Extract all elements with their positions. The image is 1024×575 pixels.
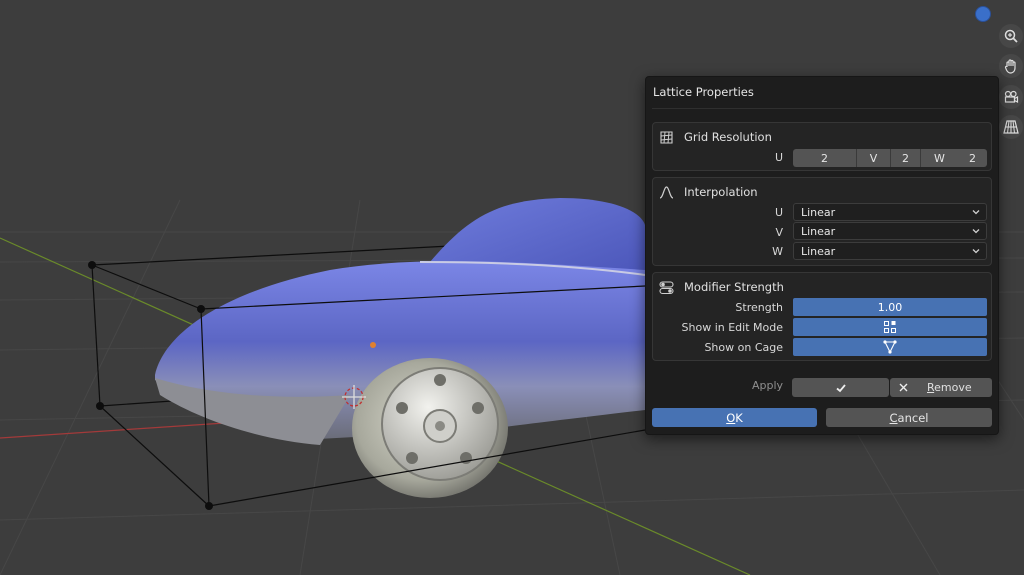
perspective-toggle-button[interactable] xyxy=(999,115,1023,139)
curve-icon xyxy=(659,185,674,199)
modifier-strength-panel: Modifier Strength Strength 1.00 Show in … xyxy=(652,272,992,361)
resolution-w-label-seg: W xyxy=(920,149,958,167)
orientation-gizmo-dot[interactable] xyxy=(975,6,991,22)
chevron-down-icon xyxy=(972,229,980,234)
checkmark-icon xyxy=(835,383,846,392)
resolution-u-value: 2 xyxy=(821,151,828,165)
lattice-icon xyxy=(660,130,673,144)
toggle-icon xyxy=(659,280,674,294)
hand-icon xyxy=(1004,59,1016,74)
resolution-v-field[interactable]: 2 xyxy=(890,149,920,167)
zoom-icon xyxy=(1004,29,1018,43)
interp-u-value: Linear xyxy=(801,205,836,219)
cancel-button[interactable]: Cancel xyxy=(826,408,992,427)
chevron-down-icon xyxy=(972,210,980,215)
interp-v-select[interactable]: Linear xyxy=(793,222,987,240)
show-edit-mode-toggle[interactable] xyxy=(793,318,987,336)
lattice-properties-dialog: Lattice Properties Grid Resolution U 2 V… xyxy=(645,76,999,435)
zoom-button[interactable] xyxy=(999,24,1023,48)
resolution-v-value: 2 xyxy=(902,151,909,165)
edit-mode-icon xyxy=(884,321,896,333)
resolution-v-label-seg: V xyxy=(856,149,890,167)
resolution-u-field[interactable]: 2 xyxy=(793,149,856,167)
title-divider xyxy=(652,108,992,109)
apply-remove-button[interactable]: Remove xyxy=(890,378,992,397)
interp-v-value: Linear xyxy=(801,224,836,238)
remove-label: Remove xyxy=(927,381,972,394)
interpolation-header: Interpolation xyxy=(684,185,758,199)
cancel-label: Cancel xyxy=(889,410,929,425)
show-on-cage-label: Show on Cage xyxy=(704,341,783,354)
resolution-field-group: 2 V 2 W 2 xyxy=(793,149,987,167)
ok-button[interactable]: OK xyxy=(652,408,817,427)
resolution-w-field[interactable]: 2 xyxy=(958,149,987,167)
cage-icon xyxy=(883,340,897,354)
modifier-strength-header: Modifier Strength xyxy=(684,280,784,294)
resolution-v-label: V xyxy=(869,151,878,165)
show-on-cage-toggle[interactable] xyxy=(793,338,987,356)
apply-confirm-button[interactable] xyxy=(792,378,889,397)
resolution-w-label: W xyxy=(934,151,945,165)
grid-resolution-header: Grid Resolution xyxy=(684,130,772,144)
show-edit-mode-label: Show in Edit Mode xyxy=(681,321,783,334)
strength-value: 1.00 xyxy=(877,300,903,314)
origin-point xyxy=(370,342,376,348)
interp-v-label: V xyxy=(775,226,783,239)
interp-u-select[interactable]: Linear xyxy=(793,203,987,221)
chevron-down-icon xyxy=(972,249,980,254)
interp-u-label: U xyxy=(774,206,783,219)
strength-slider[interactable]: 1.00 xyxy=(793,298,987,316)
interp-w-label: W xyxy=(772,245,783,258)
strength-label: Strength xyxy=(735,301,783,314)
interpolation-panel: Interpolation U Linear V Linear W Linear xyxy=(652,177,992,266)
dialog-title: Lattice Properties xyxy=(653,85,754,99)
resolution-u-label: U xyxy=(774,151,783,164)
camera-icon xyxy=(1004,90,1019,103)
pan-button[interactable] xyxy=(999,54,1023,78)
grid-resolution-panel: Grid Resolution U 2 V 2 W 2 xyxy=(652,122,992,171)
interp-w-value: Linear xyxy=(801,244,836,258)
resolution-w-value: 2 xyxy=(969,151,976,165)
camera-view-button[interactable] xyxy=(999,85,1023,109)
perspective-grid-icon xyxy=(1003,120,1019,134)
apply-label: Apply xyxy=(752,379,784,392)
ok-label: OK xyxy=(726,410,743,425)
x-icon xyxy=(899,383,908,392)
interp-w-select[interactable]: Linear xyxy=(793,242,987,260)
